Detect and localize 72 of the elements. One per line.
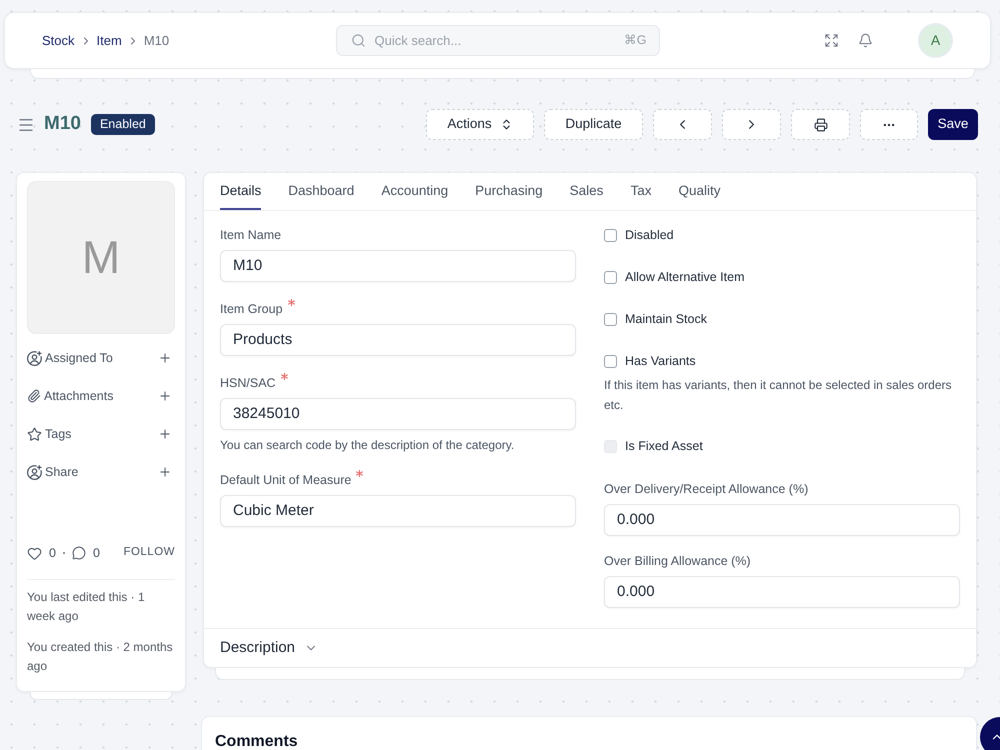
- checkbox[interactable]: [604, 312, 617, 326]
- add-button[interactable]: [158, 465, 172, 479]
- field-label: Over Delivery/Receipt Allowance (%): [604, 481, 808, 497]
- plus-icon: [158, 351, 172, 365]
- field-label: Item Group: [220, 301, 283, 317]
- text-field[interactable]: 0.000: [604, 576, 960, 608]
- checkbox-label: Maintain Stock: [625, 310, 707, 328]
- field-hint: You can search code by the description of the category.: [220, 437, 516, 453]
- text-field[interactable]: 0.000: [604, 504, 960, 536]
- breadcrumb-link[interactable]: Stock: [42, 30, 75, 50]
- field-label: Over Billing Allowance (%): [604, 553, 751, 569]
- sidebar-link[interactable]: Attachments: [27, 386, 114, 406]
- sidebar-link[interactable]: Assigned To: [27, 348, 113, 368]
- plus-icon: [158, 465, 172, 479]
- checkbox-label: Is Fixed Asset: [625, 438, 703, 455]
- activity-text: You last edited this · 1 week ago: [27, 589, 146, 625]
- tab[interactable]: Quality: [678, 173, 720, 210]
- text-field[interactable]: Products: [220, 324, 576, 356]
- add-button[interactable]: [158, 389, 172, 403]
- like-count: 0: [49, 544, 56, 562]
- save-button[interactable]: Save: [928, 109, 978, 140]
- field-label: Default Unit of Measure: [220, 472, 352, 488]
- search-icon: [350, 33, 366, 48]
- user-plus-icon: [27, 464, 42, 480]
- checkbox-label: Disabled: [625, 226, 674, 244]
- field-label: HSN/SAC: [220, 375, 276, 391]
- activity-text: You created this · 2 months ago: [27, 639, 174, 675]
- heart-icon[interactable]: [27, 546, 42, 560]
- tab[interactable]: Accounting: [381, 173, 448, 210]
- tab[interactable]: Sales: [570, 173, 604, 210]
- checkbox-label: Has Variants: [625, 352, 696, 370]
- checkbox[interactable]: [604, 354, 617, 368]
- fullscreen-button[interactable]: [824, 33, 839, 48]
- notifications-button[interactable]: [858, 33, 873, 48]
- breadcrumb-link[interactable]: Item: [96, 30, 122, 50]
- user-plus-icon: [27, 350, 42, 366]
- section-heading: Comments: [215, 733, 299, 750]
- shortcut-hint: ⌘G: [624, 32, 646, 50]
- help-text: If this item has variants, then it cannot be selected in sales orders etc.: [604, 377, 953, 414]
- sidebar-link[interactable]: Share: [27, 462, 78, 482]
- add-button[interactable]: [158, 351, 172, 365]
- checkbox[interactable]: [604, 270, 617, 284]
- star-icon: [27, 426, 42, 442]
- page-title: M10: [44, 112, 81, 136]
- sidebar-link[interactable]: Tags: [27, 424, 72, 444]
- add-button[interactable]: [158, 427, 172, 441]
- tab[interactable]: Purchasing: [475, 173, 543, 210]
- expand-icon: [824, 33, 839, 48]
- status-badge: Enabled: [90, 114, 155, 135]
- print-button[interactable]: [791, 109, 850, 140]
- checkbox-label: Allow Alternative Item: [625, 268, 744, 286]
- bell-icon: [858, 33, 873, 48]
- comment-icon[interactable]: [72, 546, 86, 560]
- follow-link[interactable]: FOLLOW: [123, 544, 175, 562]
- printer-icon: [814, 118, 828, 132]
- checkbox[interactable]: [604, 228, 617, 242]
- text-field[interactable]: M10: [220, 250, 576, 282]
- tab[interactable]: Dashboard: [288, 173, 354, 210]
- tab[interactable]: Details: [220, 173, 262, 210]
- text-field[interactable]: Cubic Meter: [220, 495, 576, 527]
- plus-icon: [158, 427, 172, 441]
- comment-count: 0: [92, 544, 100, 562]
- plus-icon: [158, 389, 172, 403]
- tab[interactable]: Tax: [630, 173, 652, 210]
- breadcrumb-link[interactable]: M10: [144, 30, 170, 50]
- paperclip-icon: [27, 389, 41, 403]
- duplicate-button[interactable]: Duplicate: [544, 109, 643, 140]
- text-field[interactable]: 38245010: [220, 398, 576, 430]
- actions-button[interactable]: Actions: [426, 109, 534, 140]
- section-toggle[interactable]: Description: [220, 636, 318, 660]
- user-avatar[interactable]: A: [920, 25, 951, 56]
- field-label: Item Name: [220, 227, 282, 243]
